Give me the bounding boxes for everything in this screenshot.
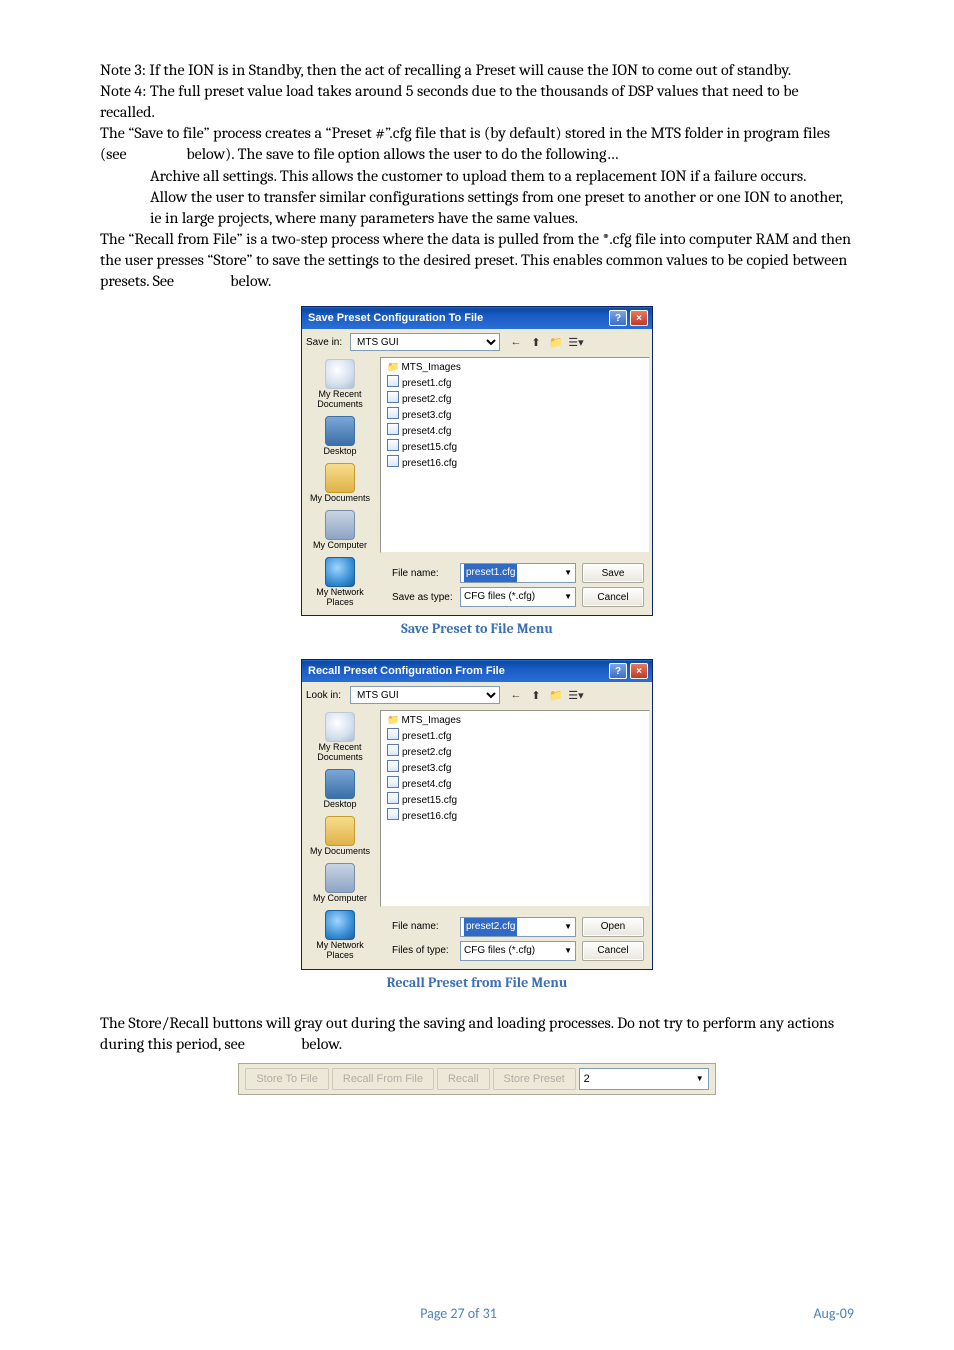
open-button[interactable]: Open [582, 917, 644, 937]
recall-file-list[interactable]: MTS_Images preset1.cfg preset2.cfg prese… [380, 710, 650, 906]
list-item[interactable]: MTS_Images [387, 714, 643, 728]
cancel-button[interactable]: Cancel [582, 587, 644, 607]
place-recent[interactable]: My Recent Documents [306, 712, 374, 767]
note-4: Note 4: The full preset value load takes… [100, 81, 854, 123]
list-item[interactable]: preset15.cfg [387, 792, 643, 808]
list-item[interactable]: preset4.cfg [387, 423, 643, 439]
file-name-input[interactable]: preset2.cfg▼ [460, 917, 576, 937]
file-name-label: File name: [386, 921, 454, 932]
page-number: Page 27 of 31 [420, 1305, 497, 1322]
places-bar: My Recent Documents Desktop My Documents… [302, 355, 378, 615]
status-bar: Store To File Recall From File Recall St… [238, 1063, 715, 1095]
new-folder-icon[interactable]: 📁 [548, 687, 564, 703]
list-item[interactable]: preset15.cfg [387, 439, 643, 455]
recall-button: Recall [437, 1068, 490, 1090]
place-recent[interactable]: My Recent Documents [306, 359, 374, 414]
back-icon[interactable]: ← [508, 687, 524, 703]
list-item[interactable]: preset16.cfg [387, 455, 643, 471]
recall-caption: Recall Preset from File Menu [100, 974, 854, 991]
file-name-label: File name: [386, 568, 454, 579]
back-icon[interactable]: ← [508, 334, 524, 350]
list-item[interactable]: preset16.cfg [387, 808, 643, 824]
views-icon[interactable]: ☰▾ [568, 334, 584, 350]
files-of-type-label: Files of type: [386, 945, 454, 956]
bullet-transfer: Allow the user to transfer similar confi… [100, 187, 854, 229]
file-name-input[interactable]: preset1.cfg▼ [460, 563, 576, 583]
files-of-type-dropdown[interactable]: CFG files (*.cfg)▼ [460, 941, 576, 961]
list-item[interactable]: preset2.cfg [387, 744, 643, 760]
finale-paragraph: The Store/Recall buttons will gray out d… [100, 1013, 854, 1055]
list-item[interactable]: preset2.cfg [387, 391, 643, 407]
place-desktop[interactable]: Desktop [306, 416, 374, 461]
save-type-dropdown[interactable]: CFG files (*.cfg)▼ [460, 587, 576, 607]
close-icon[interactable]: × [630, 663, 648, 679]
list-item[interactable]: preset4.cfg [387, 776, 643, 792]
up-icon[interactable]: ⬆ [528, 334, 544, 350]
places-bar: My Recent Documents Desktop My Documents… [302, 708, 378, 968]
place-network[interactable]: My Network Places [306, 910, 374, 965]
bullet-archive: Archive all settings. This allows the cu… [100, 166, 854, 187]
place-desktop[interactable]: Desktop [306, 769, 374, 814]
place-documents[interactable]: My Documents [306, 816, 374, 861]
save-caption: Save Preset to File Menu [100, 620, 854, 637]
place-documents[interactable]: My Documents [306, 463, 374, 508]
recall-dialog: Recall Preset Configuration From File ? … [301, 659, 653, 969]
store-to-file-button: Store To File [245, 1068, 329, 1090]
list-item[interactable]: preset3.cfg [387, 760, 643, 776]
place-computer[interactable]: My Computer [306, 863, 374, 908]
place-network[interactable]: My Network Places [306, 557, 374, 612]
up-icon[interactable]: ⬆ [528, 687, 544, 703]
save-dialog-title: Save Preset Configuration To File [308, 312, 483, 324]
views-icon[interactable]: ☰▾ [568, 687, 584, 703]
new-folder-icon[interactable]: 📁 [548, 334, 564, 350]
help-icon[interactable]: ? [609, 310, 627, 326]
save-button[interactable]: Save [582, 563, 644, 583]
save-file-list[interactable]: MTS_Images preset1.cfg preset2.cfg prese… [380, 357, 650, 553]
note-3: Note 3: If the ION is in Standby, then t… [100, 60, 854, 81]
cancel-button[interactable]: Cancel [582, 941, 644, 961]
recall-dialog-titlebar: Recall Preset Configuration From File ? … [302, 660, 652, 682]
close-icon[interactable]: × [630, 310, 648, 326]
recall-from-file-button: Recall From File [332, 1068, 434, 1090]
save-dialog: Save Preset Configuration To File ? × Sa… [301, 306, 653, 616]
place-computer[interactable]: My Computer [306, 510, 374, 555]
recall-paragraph: The “Recall from File” is a two-step pro… [100, 229, 854, 292]
save-dialog-titlebar: Save Preset Configuration To File ? × [302, 307, 652, 329]
list-item[interactable]: preset1.cfg [387, 728, 643, 744]
save-type-label: Save as type: [386, 592, 454, 603]
list-item[interactable]: MTS_Images [387, 361, 643, 375]
help-icon[interactable]: ? [609, 663, 627, 679]
list-item[interactable]: preset3.cfg [387, 407, 643, 423]
save-intro: The “Save to file” process creates a “Pr… [100, 123, 854, 165]
look-in-dropdown[interactable]: MTS GUI [350, 686, 500, 704]
list-item[interactable]: preset1.cfg [387, 375, 643, 391]
recall-dialog-title: Recall Preset Configuration From File [308, 665, 505, 677]
look-in-label: Look in: [306, 690, 346, 701]
preset-number-dropdown[interactable]: 2▼ [579, 1068, 709, 1090]
save-in-label: Save in: [306, 337, 346, 348]
save-in-dropdown[interactable]: MTS GUI [350, 333, 500, 351]
footer-date: Aug-09 [813, 1305, 854, 1322]
store-preset-button: Store Preset [493, 1068, 576, 1090]
